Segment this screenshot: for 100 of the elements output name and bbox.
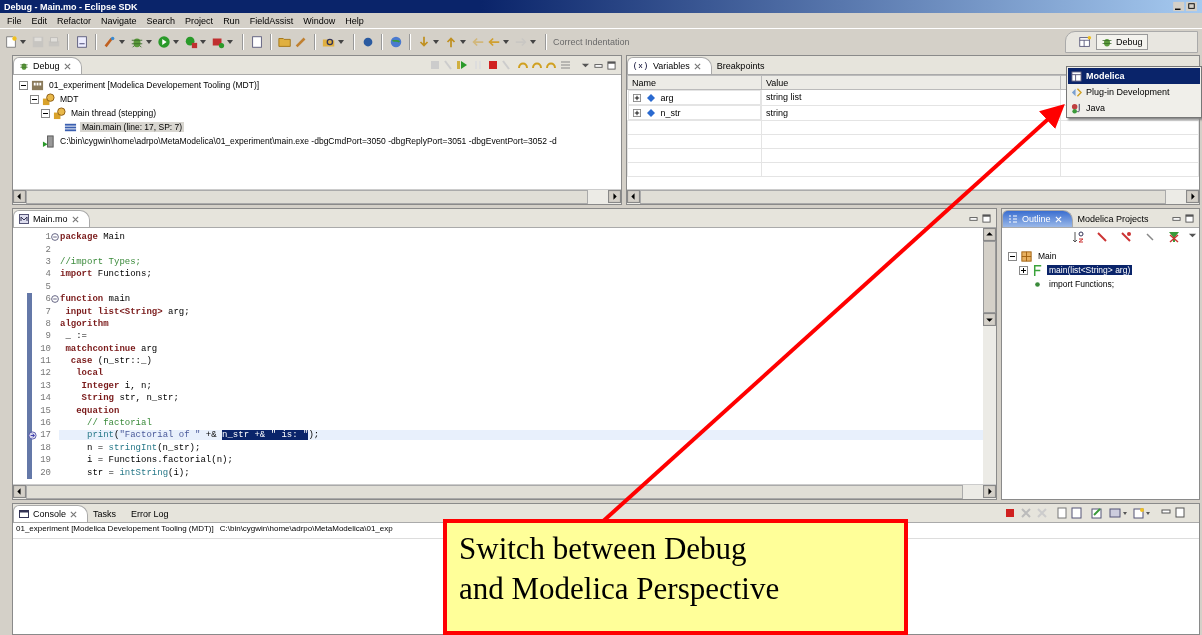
thread-icon [53,106,66,120]
dropdown-caret-icon[interactable] [503,40,509,44]
scroll-up-icon[interactable] [983,228,996,241]
scroll-right-icon[interactable] [983,485,996,498]
dropdown-caret-icon[interactable] [119,40,125,44]
vertical-scrollbar[interactable] [983,228,996,484]
circle-icon[interactable] [361,35,375,49]
scroll-right-icon[interactable] [608,190,621,203]
dropdown-caret-icon[interactable] [530,40,536,44]
view-tab[interactable]: Modelica Projects [1072,211,1159,227]
close-icon[interactable] [693,62,701,70]
editor-tab[interactable]: Main.mo [13,210,90,227]
debug-toolbar-icon[interactable] [431,59,571,71]
menu-item[interactable]: Navigate [96,15,142,26]
view-tab[interactable]: Debug [13,57,82,74]
code-line: algorithm [59,318,109,329]
line-number: 6 [44,294,51,305]
scroll-thumb[interactable] [983,241,996,313]
menu-item[interactable]: Refactor [52,15,97,26]
dropdown-caret-icon[interactable] [460,40,466,44]
minimize-icon[interactable] [969,214,978,223]
collapse-toggle[interactable] [41,108,50,118]
brush-icon[interactable] [103,35,117,49]
dropdown-caret-icon[interactable] [173,40,179,44]
column-header[interactable]: Value [761,75,1061,90]
tree-item[interactable]: Main thread (stepping) [69,108,159,118]
fold-toggle-icon[interactable] [51,233,59,242]
scroll-right-icon[interactable] [1186,190,1199,203]
tree-item[interactable]: Main.main (line: 17, SP: 7) [80,122,185,132]
dropdown-caret-icon[interactable] [338,40,344,44]
expand-toggle[interactable] [632,93,641,102]
scroll-left-icon[interactable] [13,190,26,203]
minimize-icon[interactable] [594,61,603,70]
document-icon[interactable] [250,35,264,49]
window-controls-icon[interactable] [1172,1,1200,12]
line-number: 3 [44,256,51,267]
close-icon[interactable] [63,62,71,70]
menu-item[interactable]: FieldAssist [244,15,299,26]
code-line: i = Functions.factorial(n); [86,455,233,466]
perspective-menu-item[interactable]: Plug-in Development [1068,84,1200,100]
view-tab[interactable]: Error Log [126,506,179,522]
menu-item[interactable]: Search [141,15,181,26]
function-icon [1031,263,1044,277]
expand-toggle[interactable] [632,108,641,117]
view-tab[interactable]: Variables [627,57,712,74]
dropdown-caret-icon[interactable] [146,40,152,44]
external-tools-icon[interactable] [184,35,198,49]
filter-icon[interactable] [1168,231,1180,243]
scroll-left-icon[interactable] [13,485,26,498]
tree-item[interactable]: MDT [58,94,81,104]
column-header[interactable]: Name [627,75,762,90]
run-icon[interactable] [157,35,171,49]
hide-static-icon[interactable] [1120,231,1132,243]
dropdown-caret-icon[interactable] [433,40,439,44]
tree-item[interactable]: 01_experiment [Modelica Developement Tooling (MDT)] [47,80,262,90]
expand-toggle[interactable] [1019,265,1028,275]
dropdown-caret-icon[interactable] [20,40,26,44]
close-icon[interactable] [70,510,78,518]
maximize-icon[interactable] [607,61,616,70]
new-file-icon[interactable] [4,35,18,49]
tree-item[interactable]: main(list<String> arg) [1047,265,1133,275]
menu-item[interactable]: Edit [26,15,53,26]
fold-toggle-icon[interactable] [51,295,59,304]
scroll-down-icon[interactable] [983,313,996,326]
minimize-icon[interactable] [1172,214,1181,223]
collapse-toggle[interactable] [19,80,28,90]
debug-perspective-button[interactable]: Debug [1096,34,1148,50]
close-icon[interactable] [71,215,79,223]
perspective-menu-item[interactable]: Java [1068,100,1200,116]
menu-item[interactable]: Window [298,15,341,26]
variable-name: n_str [660,107,681,118]
sort-icon[interactable] [1072,231,1084,243]
console-icon [19,509,29,519]
binary-file-icon[interactable] [75,35,89,49]
dropdown-caret-icon[interactable] [227,40,233,44]
file-icon [19,214,29,224]
dropdown-caret-icon[interactable] [200,40,206,44]
open-perspective-icon[interactable] [1078,35,1092,49]
maximize-icon[interactable] [1185,214,1194,223]
view-tab[interactable]: Breakpoints [711,58,775,74]
menu-item[interactable]: Run [218,15,245,26]
hide-nonpublic-icon[interactable] [1144,231,1156,243]
perspective-menu-item[interactable]: Modelica [1068,68,1200,84]
menu-item[interactable]: File [2,15,27,26]
view-tab[interactable]: Tasks [88,506,127,522]
tree-item[interactable]: C:\bin\cygwin\home\adrpo\MetaModelica\01_experiment\main.exe -dbgCmdPort=3050 -dbgReplyPort=3051 -dbgEventPort=3052 -d [58,136,559,146]
java-icon [1071,102,1082,114]
menu-item[interactable]: Project [180,15,219,26]
tree-item[interactable]: import Functions; [1047,279,1117,289]
view-tab[interactable]: Console [13,505,89,522]
collapse-toggle[interactable] [30,94,39,104]
hide-fields-icon[interactable] [1096,231,1108,243]
menu-item[interactable]: Help [340,15,369,26]
maximize-icon[interactable] [982,214,991,223]
collapse-toggle[interactable] [1008,251,1017,261]
tree-item[interactable]: Main [1036,251,1059,261]
code-line: Integer i, n; [80,380,152,391]
globe-icon[interactable] [389,35,403,49]
view-menu-icon[interactable] [581,61,590,70]
scroll-left-icon[interactable] [627,190,640,203]
